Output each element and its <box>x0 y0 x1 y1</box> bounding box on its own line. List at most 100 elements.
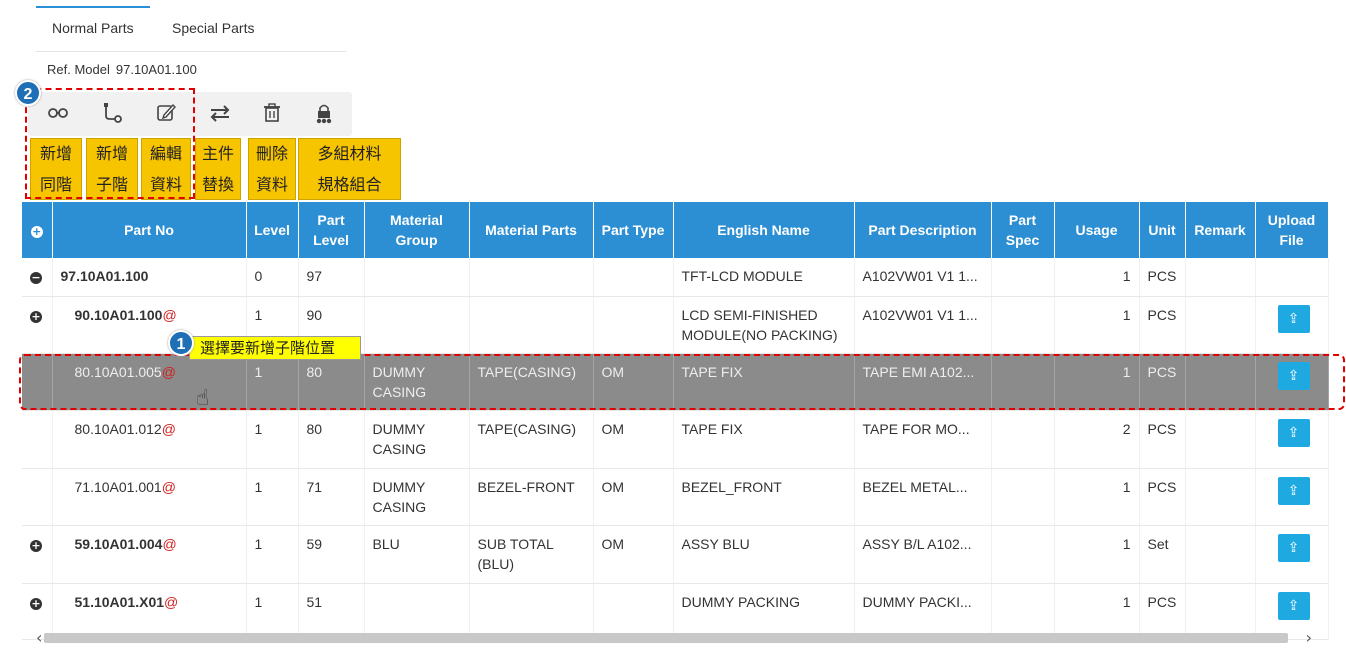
cell-material-group: BLU <box>364 525 470 584</box>
col-material-parts[interactable]: Material Parts <box>469 202 594 258</box>
cell-part-description: A102VW01 V1 1... <box>854 296 992 354</box>
tab-special-parts[interactable]: Special Parts <box>172 20 254 36</box>
swap-icon[interactable] <box>208 100 232 126</box>
upload-button[interactable]: ⇪ <box>1277 304 1310 333</box>
expand-icon[interactable]: + <box>30 539 42 552</box>
cell-usage: 1 <box>1054 468 1140 526</box>
at-link[interactable]: @ <box>162 307 176 323</box>
material-combination-label-2: 規格組合 <box>317 175 382 194</box>
cell-part-no[interactable]: 59.10A01.004@ <box>52 525 247 584</box>
cell-english-name: TAPE FIX <box>673 410 855 469</box>
ref-model: Ref. Model 97.10A01.100 <box>47 62 203 77</box>
cell-material-parts: SUB TOTAL (BLU) <box>469 525 594 584</box>
cell-part-spec <box>991 525 1055 584</box>
delete-data-label-2: 資料 <box>255 175 288 194</box>
row-toggle[interactable]: − <box>22 258 53 297</box>
table-row[interactable]: +59.10A01.004@ 1 59 BLU SUB TOTAL (BLU) OM ASS… <box>22 525 1329 584</box>
col-unit[interactable]: Unit <box>1139 202 1186 258</box>
cell-upload: ⇪ <box>1255 525 1329 584</box>
part-no-text[interactable]: 80.10A01.012 <box>75 421 162 437</box>
delete-data-button[interactable]: 刪除 資料 <box>248 138 296 200</box>
col-part-type[interactable]: Part Type <box>593 202 674 258</box>
material-combination-label-1: 多組材料 <box>317 144 382 163</box>
scroll-right-icon[interactable]: › <box>1306 628 1312 647</box>
cell-remark <box>1185 296 1256 354</box>
cell-part-description: BEZEL METAL... <box>854 468 992 526</box>
table-row[interactable]: 80.10A01.012@ 1 80 DUMMY CASING TAPE(CASING)… <box>22 410 1329 469</box>
tab-normal-parts[interactable]: Normal Parts <box>36 6 150 36</box>
cell-part-spec <box>991 468 1055 526</box>
expand-all-header[interactable]: + <box>22 202 53 258</box>
at-link[interactable]: @ <box>162 479 176 495</box>
scroll-left-icon[interactable]: ‹ <box>36 628 42 647</box>
users-lock-icon[interactable] <box>312 100 336 126</box>
part-no-text[interactable]: 90.10A01.100 <box>75 307 163 323</box>
cell-english-name: ASSY BLU <box>673 525 855 584</box>
cell-upload <box>1255 258 1329 297</box>
cell-part-no[interactable]: 97.10A01.100 <box>52 258 247 297</box>
row-toggle[interactable]: + <box>22 525 53 584</box>
callout-badge-2: 2 <box>15 80 41 106</box>
part-no-text[interactable]: 97.10A01.100 <box>61 268 149 284</box>
row-toggle <box>22 410 53 469</box>
col-remark[interactable]: Remark <box>1185 202 1256 258</box>
cell-usage: 1 <box>1054 258 1140 297</box>
replace-main-label-2: 替換 <box>201 175 234 194</box>
toolbar-highlight-box <box>25 88 195 199</box>
horizontal-scrollbar[interactable]: ‹ › <box>22 628 1328 647</box>
cell-unit: PCS <box>1139 410 1186 469</box>
row-toggle[interactable]: + <box>22 296 53 354</box>
expand-all-icon[interactable]: + <box>30 226 43 238</box>
scrollbar-thumb[interactable] <box>44 633 1288 643</box>
trash-icon[interactable] <box>260 100 284 126</box>
upload-button[interactable]: ⇪ <box>1277 591 1310 620</box>
cell-unit: Set <box>1139 525 1186 584</box>
col-part-level[interactable]: Part Level <box>298 202 365 258</box>
col-usage[interactable]: Usage <box>1054 202 1140 258</box>
expand-icon[interactable]: + <box>30 597 42 610</box>
cell-level: 1 <box>246 525 299 584</box>
upload-icon: ⇪ <box>1287 539 1300 556</box>
table-row[interactable]: 71.10A01.001@ 1 71 DUMMY CASING BEZEL-FRONT O… <box>22 468 1329 526</box>
upload-button[interactable]: ⇪ <box>1277 418 1310 447</box>
part-no-text[interactable]: 71.10A01.001 <box>75 479 162 495</box>
expand-icon[interactable]: + <box>30 310 42 323</box>
col-part-spec[interactable]: Part Spec <box>991 202 1055 258</box>
upload-icon: ⇪ <box>1287 310 1300 327</box>
cell-upload: ⇪ <box>1255 296 1329 354</box>
replace-main-button[interactable]: 主件 替換 <box>195 138 241 200</box>
col-material-group[interactable]: Material Group <box>364 202 470 258</box>
upload-icon: ⇪ <box>1287 424 1300 441</box>
callout-badge-1: 1 <box>168 330 194 356</box>
at-link[interactable]: @ <box>162 536 176 552</box>
cell-part-no[interactable]: 80.10A01.012@ <box>52 410 247 469</box>
col-part-no[interactable]: Part No <box>52 202 247 258</box>
cell-part-no[interactable]: 71.10A01.001@ <box>52 468 247 526</box>
cell-material-group: DUMMY CASING <box>364 410 470 469</box>
part-no-text[interactable]: 59.10A01.004 <box>75 536 163 552</box>
upload-button[interactable]: ⇪ <box>1277 533 1310 562</box>
collapse-icon[interactable]: − <box>30 272 42 284</box>
cell-part-type: OM <box>593 525 674 584</box>
cell-level: 1 <box>246 410 299 469</box>
cell-usage: 1 <box>1054 525 1140 584</box>
col-part-description[interactable]: Part Description <box>854 202 992 258</box>
col-english-name[interactable]: English Name <box>673 202 855 258</box>
table-row[interactable]: − 97.10A01.100 0 97 TFT-LCD MODULE A102VW01 V… <box>22 258 1329 297</box>
at-link[interactable]: @ <box>164 594 178 610</box>
cell-part-spec <box>991 258 1055 297</box>
col-upload-file[interactable]: Upload File <box>1255 202 1329 258</box>
cell-usage: 2 <box>1054 410 1140 469</box>
upload-button[interactable]: ⇪ <box>1277 476 1310 505</box>
part-no-text[interactable]: 51.10A01.X01 <box>75 594 165 610</box>
cell-part-level: 59 <box>298 525 365 584</box>
cell-part-description: TAPE FOR MO... <box>854 410 992 469</box>
replace-main-label-1: 主件 <box>201 144 234 163</box>
cell-part-level: 71 <box>298 468 365 526</box>
cell-usage: 1 <box>1054 296 1140 354</box>
at-link[interactable]: @ <box>162 421 176 437</box>
table-header-row: + Part No Level Part Level Material Grou… <box>22 202 1329 258</box>
cell-part-spec <box>991 410 1055 469</box>
col-level[interactable]: Level <box>246 202 299 258</box>
material-combination-button[interactable]: 多組材料 規格組合 <box>298 138 401 200</box>
